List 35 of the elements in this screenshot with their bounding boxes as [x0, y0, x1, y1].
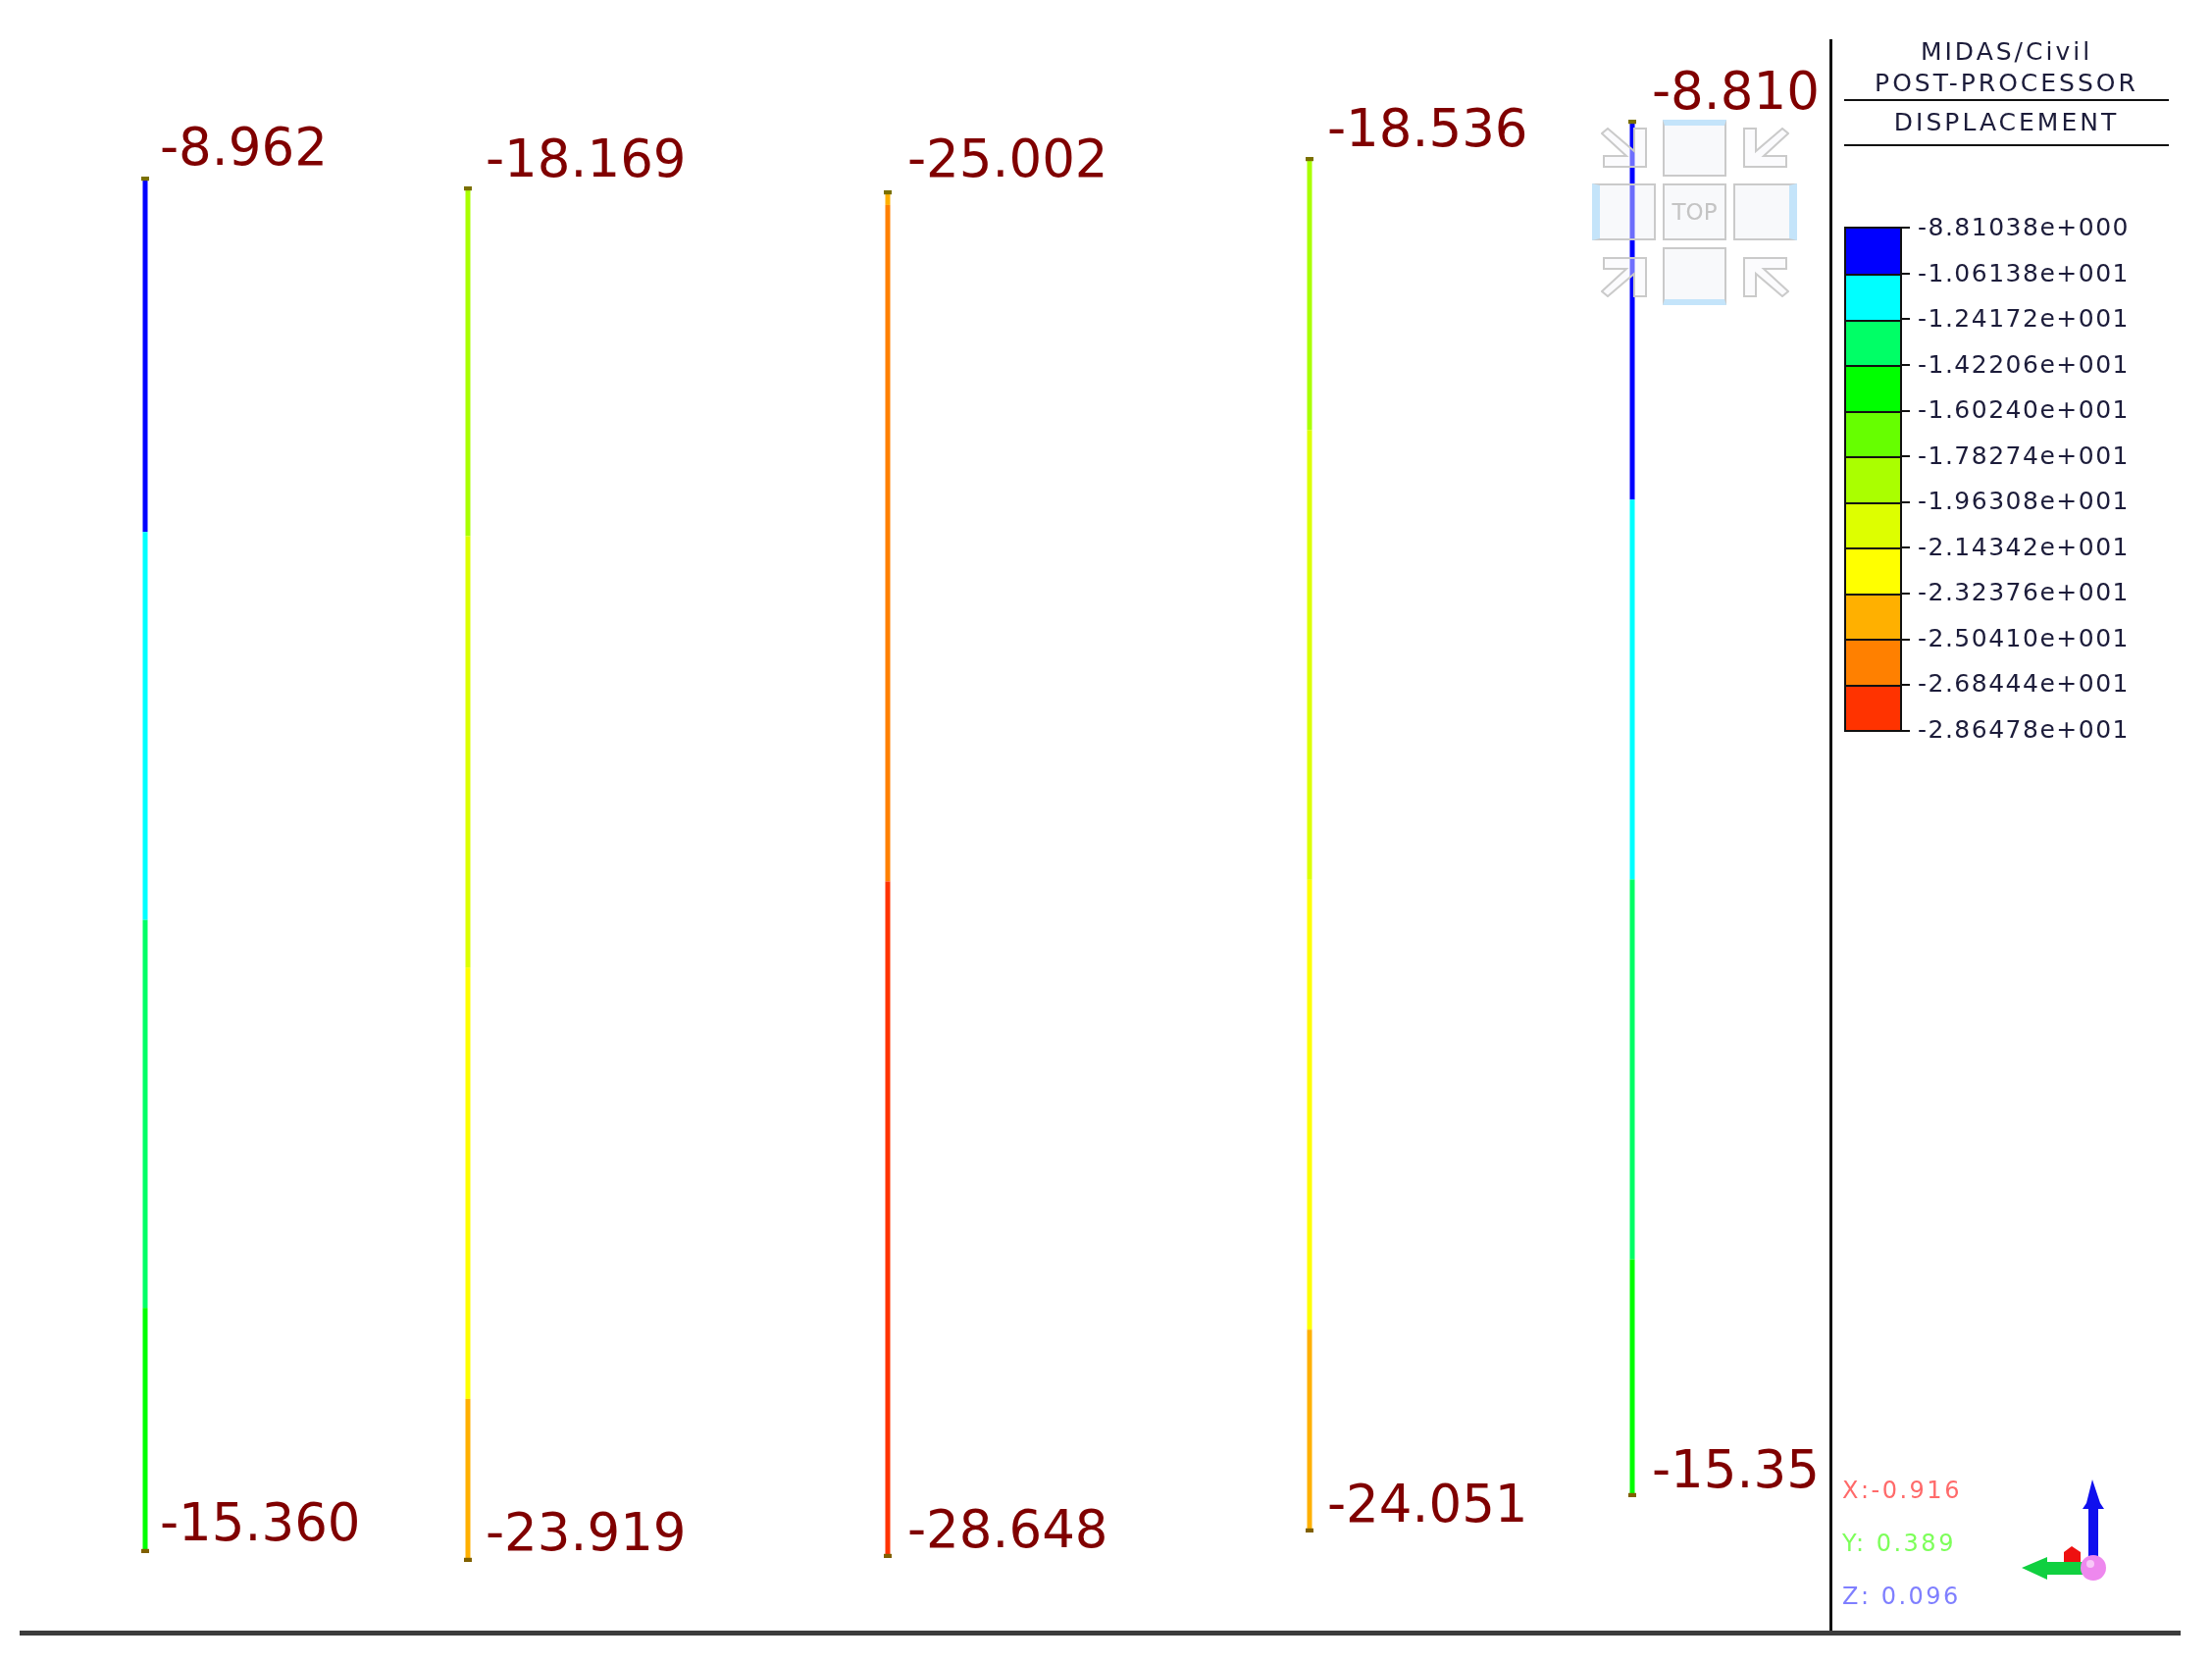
cube-face[interactable]	[1663, 247, 1726, 305]
value-label: -18.169	[486, 134, 687, 183]
axis-triad-icon	[2022, 1480, 2108, 1583]
corner-arrow-icon[interactable]	[1600, 255, 1648, 297]
cube-face[interactable]	[1733, 183, 1797, 240]
result-type-label: DISPLACEMENT	[1892, 107, 2121, 138]
legend-title: MIDAS/Civil	[1919, 36, 2094, 68]
scale-label: -2.86478e+001	[1918, 713, 2130, 746]
scale-label: -1.78274e+001	[1918, 440, 2130, 472]
scale-label: -2.32376e+001	[1918, 577, 2130, 608]
scale-label: -1.42206e+001	[1918, 348, 2130, 381]
scale-label: -1.96308e+001	[1918, 486, 2130, 517]
scale-label: -2.14342e+001	[1918, 531, 2130, 563]
corner-arrow-icon[interactable]	[1600, 128, 1648, 169]
coordinate-readout: X:-0.916	[1842, 1476, 1963, 1506]
value-label: -8.962	[160, 123, 328, 172]
value-label: -18.536	[1327, 104, 1528, 153]
value-label: -15.35	[1652, 1445, 1820, 1494]
coordinate-readout: Z: 0.096	[1842, 1582, 1962, 1612]
scale-label: -2.50410e+001	[1918, 622, 2130, 654]
scale-label: -1.60240e+001	[1918, 394, 2130, 426]
value-label: -25.002	[907, 134, 1108, 183]
coordinate-readout: Y: 0.389	[1842, 1529, 1957, 1559]
cube-face[interactable]	[1663, 120, 1726, 177]
cube-face[interactable]	[1592, 183, 1656, 240]
scale-label: -2.68444e+001	[1918, 668, 2130, 700]
legend-title: POST-PROCESSOR	[1874, 68, 2139, 99]
scale-label: -8.81038e+000	[1918, 212, 2130, 243]
value-label: -15.360	[160, 1498, 361, 1547]
value-label: -24.051	[1327, 1480, 1528, 1529]
value-label: -23.919	[486, 1508, 687, 1557]
scale-label: -1.06138e+001	[1918, 257, 2130, 289]
value-label: -28.648	[907, 1505, 1108, 1554]
scale-label: -1.24172e+001	[1918, 303, 2130, 335]
value-label: -8.810	[1652, 67, 1820, 116]
